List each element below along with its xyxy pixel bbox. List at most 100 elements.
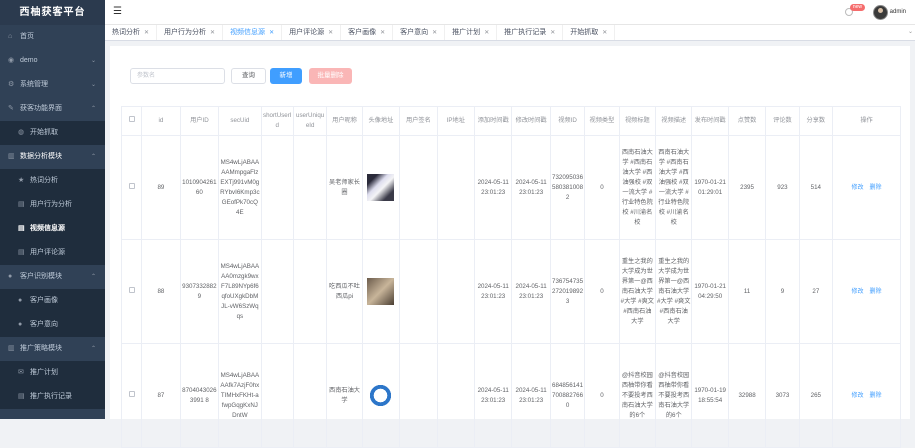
cell-desc: 西南石油大学 #西南石油大学 #西油强校 #双一流大学 #行业特色院校 #川渝名…	[655, 135, 693, 240]
column-header: 用户ID	[179, 106, 220, 136]
sidebar-item[interactable]: ▥ 推广策略模块 ⌃	[0, 337, 105, 361]
sidebar: 西柚获客平台 ⌂ 首页 ◉ demo ⌄ ⚙ 系统管理 ⌄ ✎ 获客功能界面 ⌃ ◍ 开始抓取 ▥ 数据分析…	[0, 0, 105, 419]
query-button[interactable]: 查询	[231, 68, 266, 84]
cell-add_ts: 2024-05-11 23:01:23	[473, 343, 513, 448]
close-icon[interactable]: ✕	[269, 30, 274, 36]
close-icon[interactable]: ✕	[380, 30, 385, 36]
edit-button[interactable]: 修改	[851, 393, 863, 399]
avatar-image	[367, 174, 395, 201]
sidebar-item-label: 客户识别模块	[20, 273, 62, 280]
sidebar-item[interactable]: ★ 热词分析	[0, 169, 105, 193]
cell-video_type: 0	[584, 239, 620, 344]
delete-button[interactable]: 删除	[870, 393, 882, 399]
tab-label: 用户评论源	[289, 29, 325, 36]
close-icon[interactable]: ✕	[210, 30, 215, 36]
home-icon: ⌂	[8, 33, 13, 40]
close-icon[interactable]: ✕	[144, 30, 149, 36]
close-icon[interactable]: ✕	[602, 30, 607, 36]
cell-shortUserId	[260, 239, 294, 344]
sidebar-item-label: demo	[20, 57, 38, 64]
tab[interactable]: 推广计划 ✕	[445, 25, 498, 40]
delete-button[interactable]: 删除	[870, 289, 882, 295]
user-icon: ●	[18, 321, 23, 328]
cell-userUniqueId	[292, 343, 328, 448]
tab[interactable]: 热词分析 ✕	[105, 25, 158, 40]
column-header: 头像地址	[361, 106, 401, 136]
cell-likes: 2395	[727, 135, 767, 240]
sidebar-item[interactable]: ⌂ 首页	[0, 25, 105, 49]
tab-label: 推广计划	[452, 29, 481, 36]
username[interactable]: admin	[890, 9, 906, 15]
close-icon[interactable]: ✕	[328, 30, 333, 36]
cell-userUniqueId	[292, 135, 328, 240]
table-row: 88 93073328829 MS4wLjABAAAA0mzgk9wxF7L89NY…	[120, 239, 901, 344]
sidebar-item[interactable]: ◍ 开始抓取	[0, 121, 105, 145]
edit-button[interactable]: 修改	[851, 289, 863, 295]
tabs-more-icon[interactable]: ⌄	[908, 28, 913, 35]
tab[interactable]: 推广执行记录 ✕	[497, 25, 564, 40]
search-input[interactable]: 参数名	[130, 68, 225, 84]
sidebar-item[interactable]: ✎ 获客功能界面 ⌃	[0, 97, 105, 121]
document-icon: ▤	[18, 249, 25, 256]
tab[interactable]: 用户评论源 ✕	[282, 25, 342, 40]
sidebar-item[interactable]: ● 客户意向	[0, 313, 105, 337]
sidebar-item[interactable]: ✉ 推广计划	[0, 361, 105, 385]
close-icon[interactable]: ✕	[550, 30, 555, 36]
cell-pub_ts: 1970-01-21 01:29:01	[691, 135, 729, 240]
cell-comments: 923	[765, 135, 800, 240]
tab[interactable]: 用户行为分析 ✕	[157, 25, 224, 40]
column-header: 视频类型	[584, 106, 620, 136]
row-checkbox[interactable]	[120, 135, 143, 240]
cell-title: 重生之我的大学成为世界第一@西南石油大学 #大学 #爽文 #西南石油大学	[618, 239, 657, 344]
cell-userUniqueId	[292, 239, 328, 344]
row-checkbox[interactable]	[120, 239, 143, 344]
sidebar-item-label: 客户意向	[30, 321, 58, 328]
cell-video_id: 6848561417008827660	[549, 343, 586, 448]
sidebar-item[interactable]: ▤ 用户行为分析	[0, 193, 105, 217]
dashboard-icon: ◉	[8, 57, 15, 64]
sidebar-item[interactable]: ▥ 数据分析模块 ⌃	[0, 145, 105, 169]
cell-uid: 93073328829	[179, 239, 220, 344]
column-header: 修改时间戳	[511, 106, 551, 136]
avatar[interactable]	[873, 5, 888, 20]
cell-id: 88	[141, 239, 181, 344]
tab-label: 热词分析	[112, 29, 140, 36]
hamburger-icon[interactable]: ☰	[113, 6, 122, 17]
table-row: 87 87040430263991 8 MS4wLjABAAAAfk7AzjF0hx…	[120, 343, 901, 448]
cell-signature	[399, 239, 438, 344]
avatar-cell	[361, 135, 401, 240]
row-checkbox[interactable]	[120, 343, 143, 448]
add-button[interactable]: 新增	[270, 68, 302, 84]
sidebar-item[interactable]: ▤ 用户评论源	[0, 241, 105, 265]
tab[interactable]: 开始抓取 ✕	[563, 25, 616, 40]
batch-delete-button[interactable]: 批量删除	[309, 68, 352, 84]
tab[interactable]: 客户画像 ✕	[341, 25, 394, 40]
chevron-icon: ⌃	[90, 106, 96, 112]
cell-mod_ts: 2024-05-11 23:01:23	[511, 135, 551, 240]
sidebar-item[interactable]: ▤ 推广执行记录	[0, 385, 105, 409]
cell-comments: 9	[765, 239, 800, 344]
sidebar-item[interactable]: ▤ 视频信息源	[0, 217, 105, 241]
tab-label: 用户行为分析	[164, 29, 207, 36]
actions-cell: 修改 删除	[832, 135, 901, 240]
sidebar-item[interactable]: ◉ demo ⌄	[0, 49, 105, 73]
select-all-checkbox[interactable]	[120, 106, 143, 136]
tab-label: 推广执行记录	[504, 29, 547, 36]
sidebar-item-label: 系统管理	[20, 81, 48, 88]
column-header: secUid	[218, 106, 262, 136]
tab-label: 客户画像	[348, 29, 377, 36]
edit-button[interactable]: 修改	[851, 185, 863, 191]
close-icon[interactable]: ✕	[484, 30, 489, 36]
delete-button[interactable]: 删除	[870, 185, 882, 191]
sidebar-item-label: 用户评论源	[30, 249, 65, 256]
close-icon[interactable]: ✕	[432, 30, 437, 36]
column-header: 分享数	[798, 106, 834, 136]
app-logo: 西柚获客平台	[0, 0, 105, 25]
sidebar-item[interactable]: ⚙ 系统管理 ⌄	[0, 73, 105, 97]
table-row: 89 101090426160 MS4wLjABAAAAMmpgaFlzEXTj99…	[120, 135, 901, 240]
tab[interactable]: 客户意向 ✕	[393, 25, 446, 40]
sidebar-item[interactable]: ● 客户画像	[0, 289, 105, 313]
cell-uid: 101090426160	[179, 135, 220, 240]
sidebar-item[interactable]: ● 客户识别模块 ⌃	[0, 265, 105, 289]
tab[interactable]: 视频信息源 ✕	[223, 25, 283, 40]
